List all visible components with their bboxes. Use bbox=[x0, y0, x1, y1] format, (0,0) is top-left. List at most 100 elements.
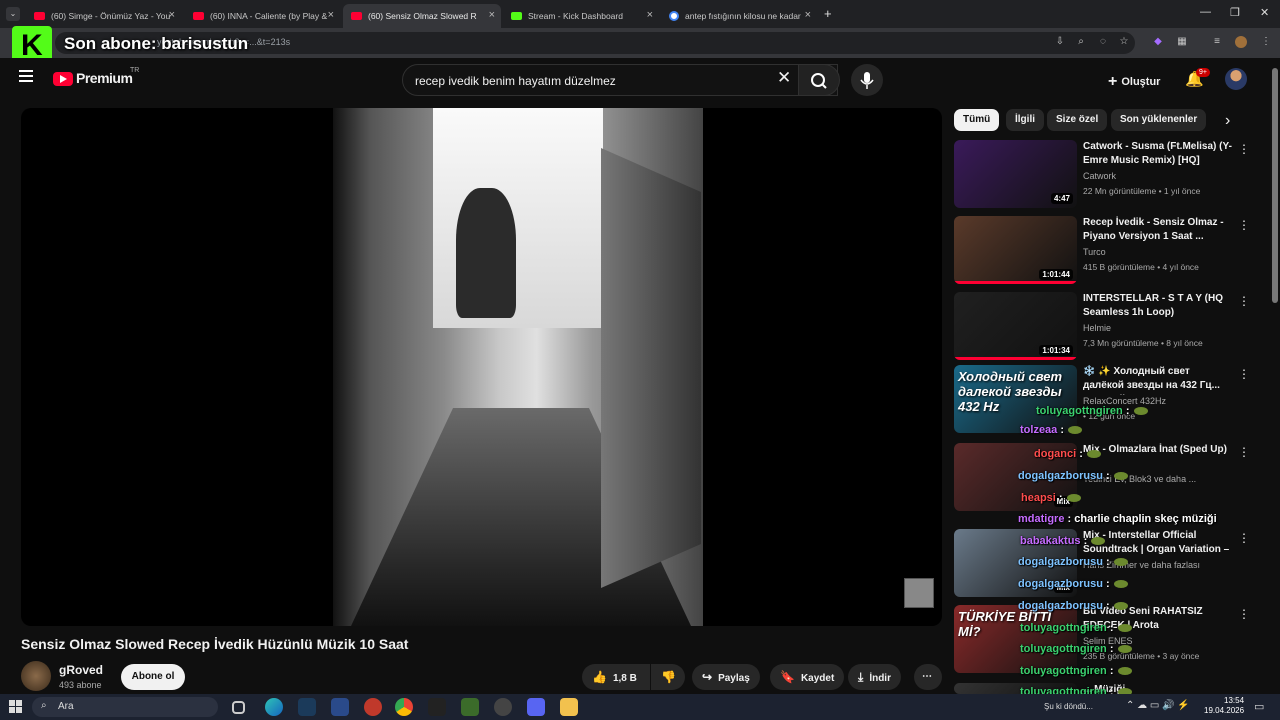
chat-username[interactable]: dogalgazborusu bbox=[1018, 600, 1103, 612]
menu-icon[interactable] bbox=[19, 70, 33, 82]
video-thumbnail[interactable]: Холодный свет далекой звезды 432 Hz bbox=[954, 365, 1077, 433]
app-icon[interactable] bbox=[461, 698, 479, 716]
store-icon[interactable] bbox=[331, 698, 349, 716]
eye-off-icon[interactable]: ◌ bbox=[1097, 36, 1109, 48]
scrollbar-thumb[interactable] bbox=[1272, 68, 1278, 303]
opera-icon[interactable] bbox=[364, 698, 382, 716]
browser-tab[interactable]: (60) Simge - Önümüz Yaz - You × bbox=[26, 4, 181, 28]
discord-icon[interactable] bbox=[527, 698, 545, 716]
youtube-premium-logo[interactable]: Premium bbox=[76, 70, 133, 86]
taskbar-search[interactable]: Ara bbox=[32, 697, 218, 717]
video-thumbnail-preview[interactable] bbox=[904, 578, 934, 608]
video-thumbnail[interactable]: 4:47 bbox=[954, 140, 1077, 208]
zoom-icon[interactable]: ⌕ bbox=[1075, 36, 1087, 48]
video-title[interactable]: Catwork - Susma (Ft.Melisa) (Y-Emre Musi… bbox=[1083, 140, 1233, 168]
channel-name[interactable]: gRoved bbox=[59, 663, 103, 677]
edge-icon[interactable] bbox=[265, 698, 283, 716]
channel-name[interactable]: Helmie bbox=[1083, 323, 1111, 333]
chrome-icon[interactable] bbox=[395, 698, 413, 716]
chip-related[interactable]: İlgili bbox=[1006, 109, 1044, 131]
chat-username[interactable]: tolzeaa bbox=[1020, 424, 1057, 436]
close-icon[interactable]: × bbox=[805, 9, 811, 21]
more-options-icon[interactable]: ⋮ bbox=[1238, 218, 1250, 232]
recommendation-item[interactable]: 1:01:44 Recep İvedik - Sensiz Olmaz - Piy… bbox=[954, 216, 1254, 286]
video-thumbnail[interactable]: 1:01:44 bbox=[954, 216, 1077, 284]
channel-name[interactable]: Catwork bbox=[1083, 171, 1116, 181]
chip-all[interactable]: Tümü bbox=[954, 109, 1000, 131]
extension-icon[interactable]: ◆ bbox=[1152, 36, 1164, 48]
more-options-icon[interactable]: ⋮ bbox=[1238, 445, 1250, 459]
recommendation-item[interactable]: 1:01:34 INTERSTELLAR - S T A Y (HQ Seamle… bbox=[954, 292, 1254, 362]
download-button[interactable]: ⤓ İndir bbox=[848, 664, 901, 690]
video-thumbnail[interactable]: TÜRKİYE BİTTİ Mİ? bbox=[954, 605, 1077, 673]
tab-search-button[interactable]: ⌄ bbox=[6, 7, 20, 21]
account-avatar[interactable] bbox=[1225, 68, 1247, 90]
chip-for-you[interactable]: Size özel bbox=[1047, 109, 1108, 131]
more-options-icon[interactable]: ⋮ bbox=[1238, 142, 1250, 156]
browser-tab-active[interactable]: (60) Sensiz Olmaz Slowed R × bbox=[343, 4, 501, 28]
browser-tab[interactable]: antep fıstığının kilosu ne kadar × bbox=[661, 4, 817, 28]
save-button[interactable]: 🔖 Kaydet bbox=[770, 664, 845, 690]
epic-games-icon[interactable] bbox=[428, 698, 446, 716]
tray-icons[interactable]: ⌃ ☁ ▭ 🔊 ⚡ bbox=[1126, 700, 1190, 711]
browser-tab[interactable]: Stream - Kick Dashboard × bbox=[503, 4, 659, 28]
clear-search-icon[interactable]: ✕ bbox=[777, 68, 791, 88]
search-input[interactable]: recep ivedik benim hayatım düzelmez bbox=[402, 64, 838, 96]
close-icon[interactable]: × bbox=[489, 9, 495, 21]
windows-start-icon[interactable] bbox=[9, 700, 22, 713]
channel-name[interactable]: Turco bbox=[1083, 247, 1106, 257]
media-icon[interactable]: ≡ bbox=[1211, 36, 1223, 48]
weather-widget[interactable]: Şu ki döndü... bbox=[1044, 702, 1093, 711]
chat-username[interactable]: babakaktus bbox=[1020, 535, 1081, 547]
chat-username[interactable]: doganci bbox=[1034, 448, 1076, 460]
chat-username[interactable]: toluyagottngiren bbox=[1020, 665, 1107, 677]
video-title[interactable]: INTERSTELLAR - S T A Y (HQ Seamless 1h L… bbox=[1083, 292, 1233, 320]
chat-username[interactable]: heapsi bbox=[1021, 492, 1056, 504]
more-options-icon[interactable]: ⋮ bbox=[1238, 294, 1250, 308]
video-title[interactable]: Recep İvedik - Sensiz Olmaz - Piyano Ver… bbox=[1083, 216, 1233, 244]
chat-username[interactable]: dogalgazborusu bbox=[1018, 470, 1103, 482]
video-title[interactable]: Mix - Olmazlara İnat (Sped Up) bbox=[1083, 443, 1233, 457]
chat-username[interactable]: mdatigre bbox=[1018, 513, 1064, 525]
browser-menu-icon[interactable]: ⋮ bbox=[1260, 36, 1272, 48]
more-actions-button[interactable]: ⋯ bbox=[914, 664, 942, 690]
chat-username[interactable]: toluyagottngiren bbox=[1036, 405, 1123, 417]
more-options-icon[interactable]: ⋮ bbox=[1238, 607, 1250, 621]
like-button[interactable]: 👍 1,8 B bbox=[582, 664, 650, 690]
subscribe-button[interactable]: Abone ol bbox=[121, 664, 185, 690]
more-options-icon[interactable]: ⋮ bbox=[1238, 367, 1250, 381]
more-options-icon[interactable]: ⋮ bbox=[1238, 531, 1250, 545]
video-player[interactable] bbox=[21, 108, 942, 626]
dislike-button[interactable]: 👎 bbox=[651, 664, 685, 690]
chat-username[interactable]: dogalgazborusu bbox=[1018, 578, 1103, 590]
close-icon[interactable]: × bbox=[169, 9, 175, 21]
chat-username[interactable]: dogalgazborusu bbox=[1018, 556, 1103, 568]
task-view-icon[interactable] bbox=[232, 701, 245, 714]
steam-icon[interactable] bbox=[298, 698, 316, 716]
puzzle-icon[interactable]: ▦ bbox=[1176, 36, 1188, 48]
video-title[interactable]: Mix - Interstellar Official Soundtrack |… bbox=[1083, 529, 1233, 559]
close-icon[interactable]: × bbox=[328, 9, 334, 21]
install-icon[interactable]: ⇩ bbox=[1054, 36, 1066, 48]
chat-username[interactable]: toluyagottngiren bbox=[1020, 643, 1107, 655]
obs-icon[interactable] bbox=[494, 698, 512, 716]
channel-avatar[interactable] bbox=[21, 661, 51, 691]
recommendation-item[interactable]: Холодный свет далекой звезды 432 Hz ❄️ ✨ … bbox=[954, 365, 1254, 435]
file-explorer-icon[interactable] bbox=[560, 698, 578, 716]
video-thumbnail[interactable]: 1:01:34 bbox=[954, 292, 1077, 360]
page-scrollbar[interactable] bbox=[1270, 58, 1280, 694]
close-icon[interactable]: × bbox=[647, 9, 653, 21]
profile-avatar[interactable] bbox=[1235, 36, 1247, 48]
search-button[interactable] bbox=[798, 64, 840, 96]
chat-username[interactable]: toluyagottngiren bbox=[1020, 622, 1107, 634]
create-button[interactable]: + Oluştur bbox=[1100, 64, 1168, 96]
new-tab-button[interactable]: + bbox=[824, 6, 832, 21]
notification-icon[interactable]: ▭ bbox=[1254, 700, 1264, 713]
chevron-right-icon[interactable]: › bbox=[1225, 112, 1230, 130]
minimize-icon[interactable]: — bbox=[1200, 6, 1211, 18]
taskbar-clock[interactable]: 13:54 19.04.2026 bbox=[1204, 696, 1244, 716]
youtube-logo-icon[interactable] bbox=[53, 72, 73, 86]
close-window-icon[interactable]: ✕ bbox=[1260, 6, 1269, 19]
browser-tab[interactable]: (60) INNA - Caliente (by Play & × bbox=[185, 4, 340, 28]
bookmark-star-icon[interactable]: ☆ bbox=[1118, 36, 1130, 48]
